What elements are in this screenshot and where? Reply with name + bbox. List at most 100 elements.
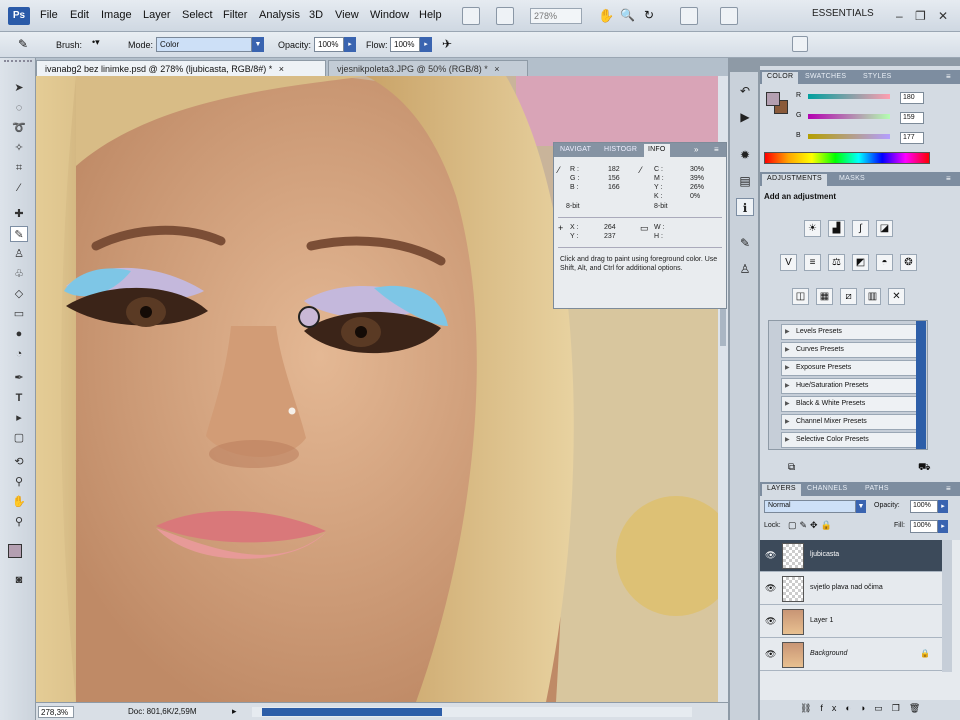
tab-info[interactable]: INFO <box>644 144 670 157</box>
tab-masks[interactable]: MASKS <box>834 174 870 186</box>
airbrush-icon[interactable]: ✈ <box>442 37 452 51</box>
minimize-button[interactable]: – <box>896 9 903 23</box>
layers-scrollbar[interactable] <box>942 540 952 672</box>
layer-visibility-eye-icon[interactable]: 👁 <box>765 550 776 561</box>
brushes-panel-icon[interactable]: ✎ <box>736 234 754 252</box>
red-value-input[interactable]: 180 <box>900 92 924 104</box>
color-ramp[interactable] <box>764 152 930 164</box>
marquee-tool-icon[interactable]: ◌ <box>10 100 28 116</box>
blue-value-input[interactable]: 177 <box>900 132 924 144</box>
curves-icon[interactable]: ∫ <box>852 220 869 237</box>
status-zoom-field[interactable]: 278,3% <box>38 706 74 718</box>
crop-tool-icon[interactable]: ⌗ <box>10 160 28 176</box>
mode-dropdown-arrow[interactable]: ▼ <box>252 37 264 52</box>
hand-tool-icon[interactable]: ✋ <box>598 8 614 24</box>
restore-button[interactable]: ❐ <box>915 9 926 23</box>
tab-styles[interactable]: STYLES <box>858 72 897 84</box>
rotate-view-icon[interactable]: ↻ <box>644 8 654 22</box>
menu-image[interactable]: Image <box>101 9 132 21</box>
tab-close-icon[interactable]: × <box>494 64 499 74</box>
shape-tool-icon[interactable]: ▢ <box>10 430 28 446</box>
quick-mask-icon[interactable]: ◙ <box>10 572 28 588</box>
foreground-color-swatch[interactable] <box>8 544 22 558</box>
gradient-map-icon[interactable]: ▥ <box>864 288 881 305</box>
animation-panel-icon[interactable]: ▤ <box>736 172 754 190</box>
green-slider[interactable] <box>808 114 890 119</box>
lasso-tool-icon[interactable]: ➰ <box>10 120 28 136</box>
opacity-slider-arrow[interactable]: ▸ <box>344 37 356 52</box>
threshold-icon[interactable]: ⧄ <box>840 288 857 305</box>
tab-channels[interactable]: CHANNELS <box>802 484 853 496</box>
history-panel-icon[interactable]: ↶ <box>736 82 754 100</box>
status-menu-arrow-icon[interactable]: ▸ <box>232 706 237 717</box>
menu-window[interactable]: Window <box>370 9 409 21</box>
zoom-tool-icon[interactable]: 🔍 <box>620 8 635 22</box>
menu-edit[interactable]: Edit <box>70 9 89 21</box>
red-slider[interactable] <box>808 94 890 99</box>
layer-row-layer-1[interactable]: 👁 Layer 1 <box>760 606 942 638</box>
path-selection-tool-icon[interactable]: ▸ <box>10 410 28 426</box>
lock-options-icons[interactable]: ▢✎✥🔒 <box>788 520 835 531</box>
black-white-presets-item[interactable]: Black & White Presets <box>781 396 923 412</box>
eyedropper-tool-icon[interactable]: ⁄ <box>10 180 28 196</box>
blend-mode-select[interactable]: Normal <box>764 500 856 513</box>
dodge-tool-icon[interactable]: ◔ <box>10 346 28 362</box>
selective-color-presets-item[interactable]: Selective Color Presets <box>781 432 923 448</box>
layers-footer-buttons[interactable]: ⛓fx◐◑▭❐🗑 <box>760 700 960 720</box>
tab-adjustments[interactable]: ADJUSTMENTS <box>762 174 828 186</box>
tab-close-icon[interactable]: × <box>279 64 284 74</box>
brush-tool-icon[interactable]: ✎ <box>10 226 28 242</box>
tab-swatches[interactable]: SWATCHES <box>800 72 851 84</box>
clone-source-panel-icon[interactable]: ♙ <box>736 260 754 278</box>
fill-arrow[interactable]: ▸ <box>938 520 948 533</box>
layer-visibility-eye-icon[interactable]: 👁 <box>765 649 776 660</box>
tab-histogram[interactable]: HISTOGR <box>600 144 641 157</box>
flow-input[interactable]: 100% <box>390 37 420 52</box>
blend-mode-arrow[interactable]: ▼ <box>856 500 866 513</box>
blue-slider[interactable] <box>808 134 890 139</box>
tab-color[interactable]: COLOR <box>762 72 799 84</box>
vibrance-icon[interactable]: V <box>780 254 797 271</box>
menu-select[interactable]: Select <box>182 9 213 21</box>
menu-file[interactable]: File <box>40 9 58 21</box>
healing-brush-tool-icon[interactable]: ✚ <box>10 206 28 222</box>
fill-input[interactable]: 100% <box>910 520 938 533</box>
green-value-input[interactable]: 159 <box>900 112 924 124</box>
selective-color-icon[interactable]: ✕ <box>888 288 905 305</box>
tab-paths[interactable]: PATHS <box>860 484 894 496</box>
menu-3d[interactable]: 3D <box>309 9 323 21</box>
pen-tool-icon[interactable]: ✒ <box>10 370 28 386</box>
levels-icon[interactable]: ▟ <box>828 220 845 237</box>
zoom-level-select[interactable]: 278% <box>530 8 582 24</box>
toolbox-grip[interactable] <box>4 60 32 66</box>
zoom-tool-icon[interactable]: ⚲ <box>10 514 28 530</box>
exposure-icon[interactable]: ◪ <box>876 220 893 237</box>
brush-preset-picker[interactable]: •▾ <box>92 37 100 48</box>
menu-filter[interactable]: Filter <box>223 9 247 21</box>
posterize-icon[interactable]: ▦ <box>816 288 833 305</box>
3d-rotate-tool-icon[interactable]: ⟲ <box>10 454 28 470</box>
panel-menu-icon[interactable]: ≡ <box>714 145 719 154</box>
layer-row-ljubicasta[interactable]: 👁 ljubicasta <box>760 540 942 572</box>
tab-vjesnikpoleta3[interactable]: vjesnikpoleta3.JPG @ 50% (RGB/8) * × <box>328 60 528 76</box>
quick-select-tool-icon[interactable]: ✧ <box>10 140 28 156</box>
3d-orbit-tool-icon[interactable]: ⚲ <box>10 474 28 490</box>
bridge-icon[interactable] <box>462 7 480 25</box>
curves-presets-item[interactable]: Curves Presets <box>781 342 923 358</box>
view-extras-icon[interactable] <box>496 7 514 25</box>
vertical-scroll-thumb[interactable] <box>720 306 726 346</box>
color-foreground-swatch[interactable] <box>766 92 780 106</box>
panel-toggle-icon[interactable] <box>792 36 808 52</box>
horizontal-scroll-thumb[interactable] <box>262 708 442 716</box>
layer-visibility-eye-icon[interactable]: 👁 <box>765 583 776 594</box>
color-balance-icon[interactable]: ⚖ <box>828 254 845 271</box>
layer-visibility-eye-icon[interactable]: 👁 <box>765 616 776 627</box>
presets-scrollbar[interactable] <box>916 321 926 449</box>
eraser-tool-icon[interactable]: ◇ <box>10 286 28 302</box>
panel-menu-icon[interactable]: ≡ <box>946 174 951 183</box>
history-brush-tool-icon[interactable]: ♧ <box>10 266 28 282</box>
channel-mixer-icon[interactable]: ❂ <box>900 254 917 271</box>
photo-filter-icon[interactable]: ◓ <box>876 254 893 271</box>
layer-row-background[interactable]: 👁 Background 🔒 <box>760 639 942 671</box>
menu-layer[interactable]: Layer <box>143 9 171 21</box>
